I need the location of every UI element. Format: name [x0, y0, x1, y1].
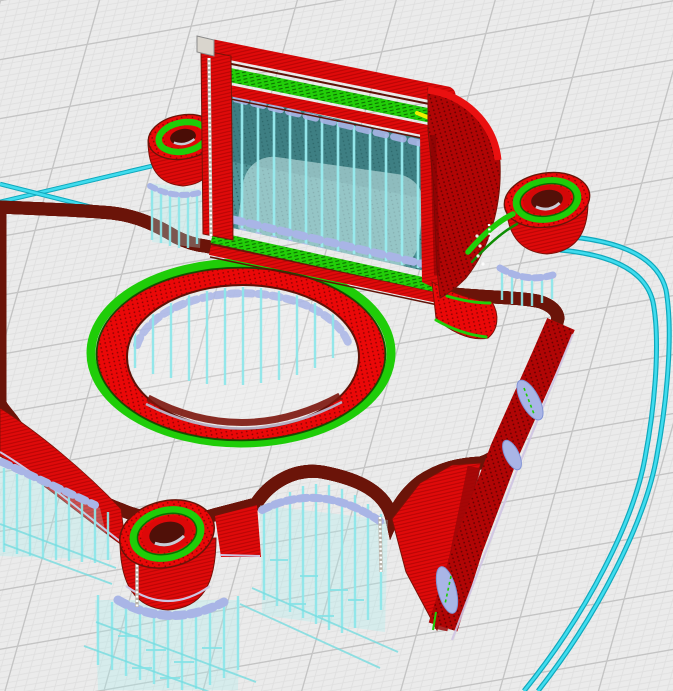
preview-canvas[interactable]: [0, 0, 673, 691]
duct-left-pillar: [200, 49, 234, 241]
slicer-3d-viewport[interactable]: [0, 0, 673, 691]
dome-left-shade: [430, 134, 440, 276]
center-hole: [86, 258, 396, 448]
seam-top-cap: [196, 35, 215, 57]
wall-base-line: [219, 554, 261, 557]
support-cluster-wing: [147, 183, 205, 248]
